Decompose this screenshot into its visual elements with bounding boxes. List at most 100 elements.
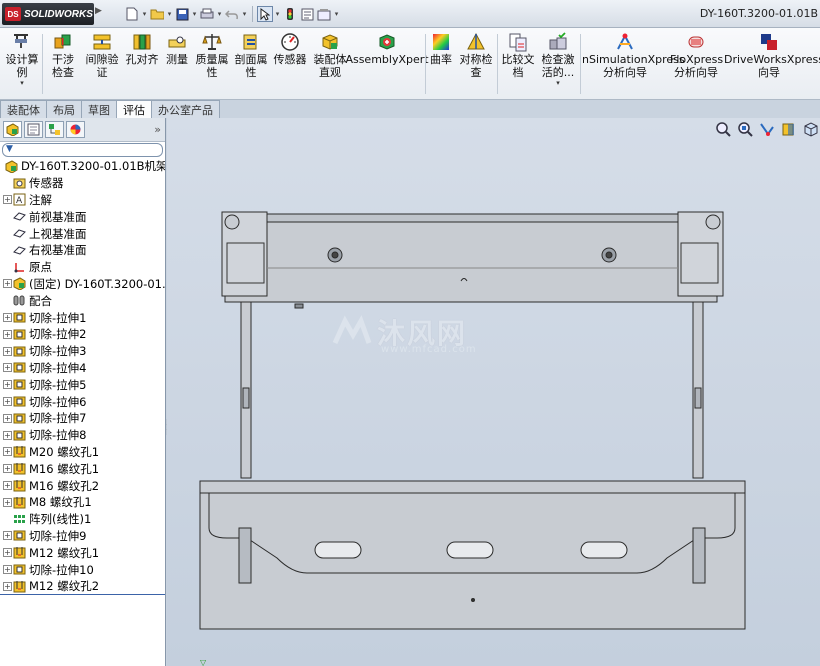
- tree-item[interactable]: + 切除-拉伸5: [0, 376, 165, 393]
- file-properties-icon[interactable]: [299, 6, 315, 22]
- hole-wizard-icon: [13, 496, 26, 509]
- save-dropdown-icon[interactable]: ▾: [191, 10, 198, 18]
- tree-item[interactable]: + 切除-拉伸4: [0, 360, 165, 377]
- tree-item[interactable]: + (固定) DY-160T.3200-01.: [0, 276, 165, 293]
- property-manager-tab-icon[interactable]: [24, 121, 43, 138]
- tree-item[interactable]: + 切除-拉伸7: [0, 410, 165, 427]
- undo-dropdown-icon[interactable]: ▾: [241, 10, 248, 18]
- tree-item[interactable]: + 切除-拉伸9: [0, 528, 165, 545]
- expand-icon[interactable]: +: [3, 481, 12, 491]
- tree-item[interactable]: + M16 螺纹孔1: [0, 460, 165, 477]
- compare-documents-button[interactable]: 比较文档: [500, 32, 536, 79]
- section-properties-button[interactable]: 剖面属性: [232, 32, 270, 79]
- tree-item-label: 切除-拉伸1: [29, 310, 87, 325]
- mass-properties-button[interactable]: 质量属性: [194, 32, 230, 79]
- open-icon[interactable]: [149, 6, 165, 22]
- solidworks-logo[interactable]: DS SOLIDWORKS: [2, 3, 94, 25]
- display-manager-tab-icon[interactable]: [66, 121, 85, 138]
- expand-icon[interactable]: +: [3, 195, 12, 205]
- tree-item[interactable]: + M12 螺纹孔2: [0, 578, 165, 595]
- expand-icon[interactable]: +: [3, 497, 12, 507]
- symmetry-check-button[interactable]: 对称检查: [457, 32, 495, 79]
- expand-icon[interactable]: +: [3, 464, 12, 474]
- tab-sketch[interactable]: 草图: [81, 100, 117, 118]
- tree-item[interactable]: + A 注解: [0, 192, 165, 209]
- print-dropdown-icon[interactable]: ▾: [216, 10, 223, 18]
- expand-icon[interactable]: +: [3, 581, 12, 591]
- rebuild-icon[interactable]: [282, 6, 298, 22]
- undo-icon[interactable]: [224, 6, 240, 22]
- expand-icon[interactable]: +: [3, 329, 12, 339]
- tab-layout[interactable]: 布局: [46, 100, 82, 118]
- expand-icon[interactable]: +: [3, 380, 12, 390]
- measure-button[interactable]: 测量: [163, 32, 191, 66]
- simulationxpress-button[interactable]: nSimulationXpress分析向导: [582, 32, 685, 79]
- interference-check-button[interactable]: 干涉检查: [46, 32, 80, 79]
- hole-alignment-icon: [132, 32, 152, 52]
- design-study-label: 设计算例: [5, 53, 39, 79]
- save-icon[interactable]: [174, 6, 190, 22]
- expand-icon[interactable]: +: [3, 430, 12, 440]
- tree-item[interactable]: 配合: [0, 292, 165, 309]
- check-active-dropdown-icon[interactable]: ▾: [556, 79, 560, 87]
- expand-icon[interactable]: +: [3, 447, 12, 457]
- tree-item[interactable]: 右视基准面: [0, 242, 165, 259]
- new-dropdown-icon[interactable]: ▾: [141, 10, 148, 18]
- tree-item[interactable]: + M20 螺纹孔1: [0, 444, 165, 461]
- floxpress-button[interactable]: FloXpress分析向导: [670, 32, 724, 79]
- feature-manager-tab-icon[interactable]: [3, 121, 22, 138]
- expand-icon[interactable]: +: [3, 346, 12, 356]
- expand-icon[interactable]: +: [3, 313, 12, 323]
- tree-item[interactable]: 上视基准面: [0, 225, 165, 242]
- options-dropdown-icon[interactable]: ▾: [333, 10, 340, 18]
- menu-expand-icon[interactable]: ▶: [95, 6, 105, 22]
- tab-evaluate[interactable]: 评估: [116, 100, 152, 119]
- tree-item[interactable]: + 切除-拉伸6: [0, 393, 165, 410]
- expand-icon[interactable]: +: [3, 531, 12, 541]
- tree-item[interactable]: + M16 螺纹孔2: [0, 477, 165, 494]
- hole-alignment-button[interactable]: 孔对齐: [124, 32, 160, 66]
- tab-office-products[interactable]: 办公室产品: [151, 100, 220, 118]
- expand-icon[interactable]: +: [3, 363, 12, 373]
- graphics-area[interactable]: 沐风网 www.mfcad.com: [167, 118, 820, 666]
- clearance-verification-button[interactable]: 间隙验证: [84, 32, 120, 79]
- tree-item[interactable]: + M8 螺纹孔1: [0, 494, 165, 511]
- assembly-icon: [5, 160, 18, 174]
- select-icon[interactable]: [257, 6, 273, 22]
- driveworksxpress-button[interactable]: DriveWorksXpress向导: [724, 32, 820, 79]
- tree-filter-input[interactable]: ▼: [2, 143, 163, 157]
- tree-item[interactable]: + 切除-拉伸10: [0, 561, 165, 578]
- expand-icon[interactable]: +: [3, 548, 12, 558]
- tree-item[interactable]: 前视基准面: [0, 208, 165, 225]
- tree-item[interactable]: + 切除-拉伸2: [0, 326, 165, 343]
- assembly-visualization-button[interactable]: 装配体直观: [311, 32, 349, 79]
- select-dropdown-icon[interactable]: ▾: [274, 10, 281, 18]
- assemblyxpert-button[interactable]: AssemblyXpert: [345, 32, 429, 66]
- tab-assembly[interactable]: 装配体: [0, 100, 47, 118]
- tree-item[interactable]: + 切除-拉伸3: [0, 343, 165, 360]
- sensor-button[interactable]: 传感器: [272, 32, 308, 66]
- open-dropdown-icon[interactable]: ▾: [166, 10, 173, 18]
- tree-item[interactable]: + 切除-拉伸8: [0, 427, 165, 444]
- tree-item[interactable]: 阵列(线性)1: [0, 511, 165, 528]
- curvature-button[interactable]: 曲率: [428, 32, 454, 66]
- floxpress-label: FloXpress分析向导: [670, 53, 724, 79]
- expand-icon[interactable]: +: [3, 397, 12, 407]
- tree-item-label: 切除-拉伸2: [29, 327, 87, 342]
- tree-item[interactable]: + M12 螺纹孔1: [0, 544, 165, 561]
- expand-icon[interactable]: +: [3, 279, 12, 289]
- more-tabs-icon[interactable]: »: [154, 123, 161, 136]
- design-study-button[interactable]: 设计算例 ▾: [3, 32, 41, 87]
- expand-icon[interactable]: +: [3, 565, 12, 575]
- check-active-button[interactable]: 检查激活的... ▾: [538, 32, 578, 87]
- print-icon[interactable]: [199, 6, 215, 22]
- tree-item[interactable]: + 切除-拉伸1: [0, 309, 165, 326]
- tree-item[interactable]: 传感器: [0, 175, 165, 192]
- expand-icon[interactable]: +: [3, 413, 12, 423]
- new-icon[interactable]: [124, 6, 140, 22]
- tree-item[interactable]: 原点: [0, 259, 165, 276]
- configuration-manager-tab-icon[interactable]: [45, 121, 64, 138]
- options-icon[interactable]: [316, 6, 332, 22]
- design-study-dropdown-icon[interactable]: ▾: [20, 79, 24, 87]
- tree-root[interactable]: DY-160T.3200-01.01B机架: [0, 158, 165, 175]
